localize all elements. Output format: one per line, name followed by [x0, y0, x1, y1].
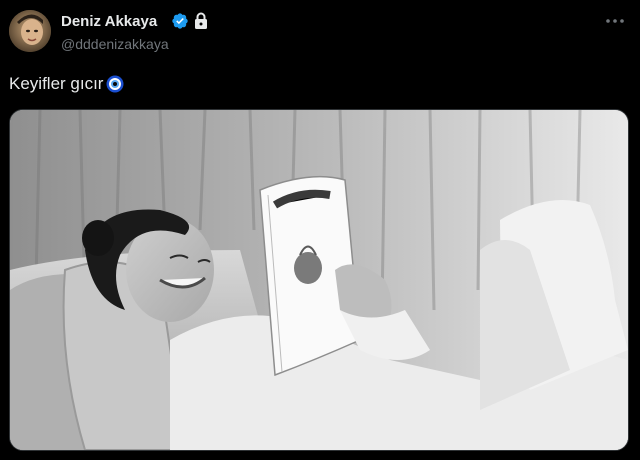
photo-image: [10, 110, 628, 450]
tweet-text-content: Keyifler gıcır: [9, 74, 104, 93]
author-handle[interactable]: @dddenizakkaya: [61, 36, 169, 52]
evil-eye-emoji-icon: [106, 75, 124, 93]
author-avatar[interactable]: [9, 10, 51, 52]
verified-badge-icon: [172, 13, 188, 29]
lock-icon: [195, 12, 207, 29]
more-options-icon[interactable]: [604, 14, 626, 28]
tweet-text: Keyifler gıcır: [9, 74, 124, 94]
author-display-name[interactable]: Deniz Akkaya: [61, 13, 157, 30]
tweet-photo[interactable]: [9, 109, 629, 451]
tweet-header: Deniz Akkaya @dddenizakkaya: [0, 0, 640, 64]
